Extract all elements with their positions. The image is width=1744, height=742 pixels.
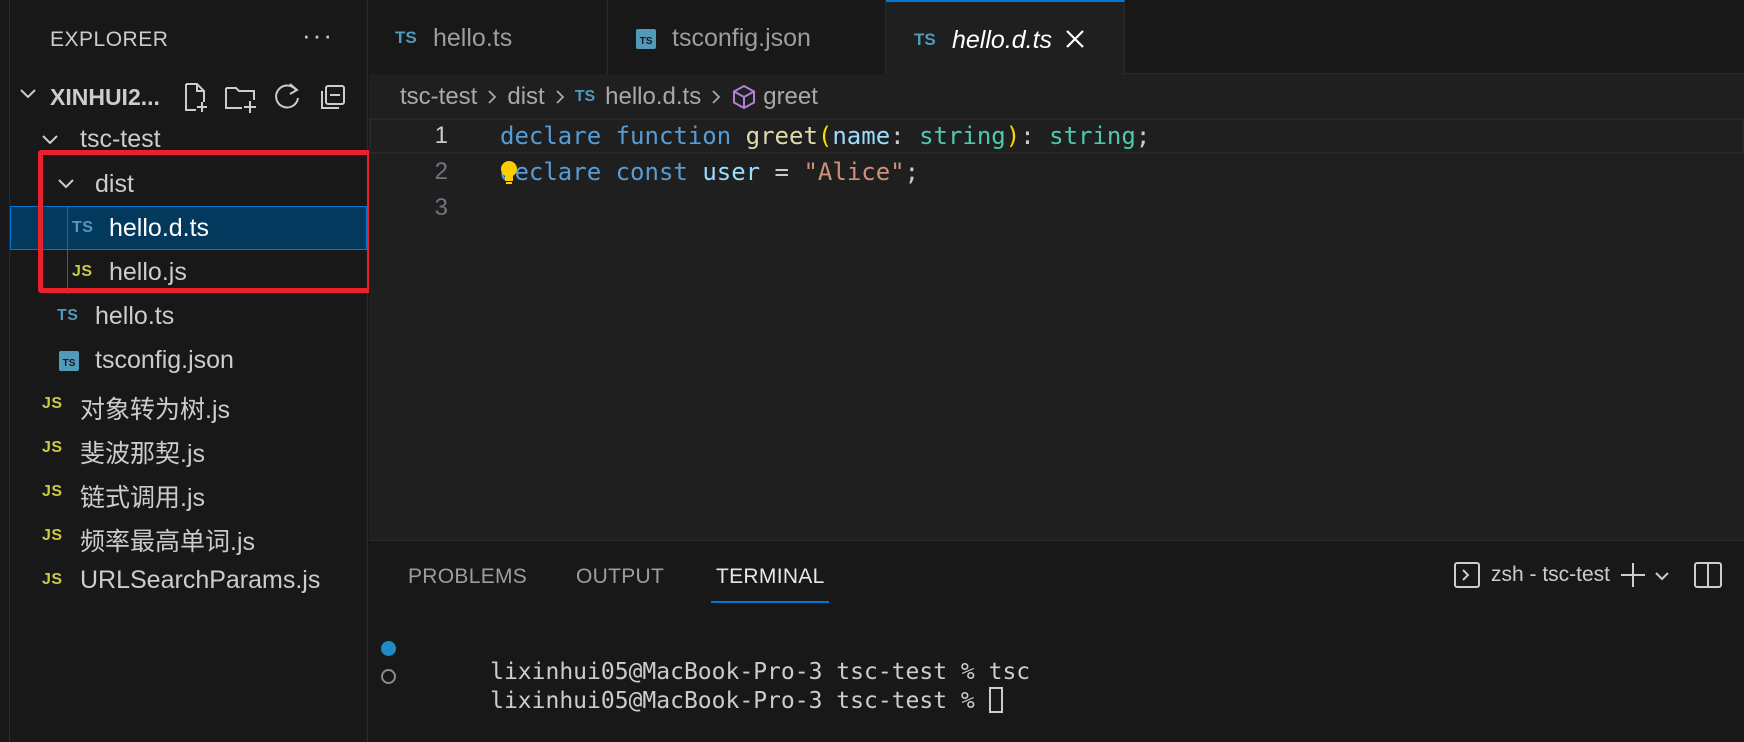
tab-tsconfig-json[interactable]: TS tsconfig.json (608, 0, 886, 74)
line-number: 1 (434, 122, 448, 149)
active-tab-indicator (711, 601, 829, 603)
tree-item-label: 斐波那契.js (80, 440, 206, 468)
chevron-down-icon (20, 89, 36, 99)
tree-item-label: 频率最高单词.js (80, 528, 256, 556)
command-success-icon (381, 641, 396, 656)
code-line: 3 (369, 190, 1744, 226)
terminal-name: zsh - tsc-test (1491, 563, 1611, 586)
tab-hello-d-ts[interactable]: TS hello.d.ts (886, 0, 1125, 75)
tab-label: hello.ts (433, 24, 513, 52)
new-folder-icon[interactable] (224, 80, 258, 114)
terminal-text: lixinhui05@MacBook-Pro-3 tsc-test % (490, 688, 989, 714)
terminal-line: lixinhui05@MacBook-Pro-3 tsc-test % (381, 661, 1030, 714)
tab-label: tsconfig.json (672, 24, 811, 52)
typescript-file-icon: TS (574, 88, 596, 105)
terminal-line: lixinhui05@MacBook-Pro-3 tsc-test % tsc (381, 633, 1030, 685)
tsconfig-file-icon: TS (636, 29, 656, 49)
explorer-header: EXPLORER ··· (10, 0, 367, 78)
javascript-file-icon: JS (42, 395, 63, 412)
javascript-file-icon: JS (42, 571, 63, 588)
editor-area: TS hello.ts TS tsconfig.json TS hello.d.… (369, 0, 1744, 540)
tree-item-label: tsconfig.json (95, 346, 234, 374)
plus-icon[interactable] (1619, 561, 1647, 589)
explorer-sidebar: EXPLORER ··· XINHUI2... tsc-test dist TS… (10, 0, 372, 742)
javascript-file-icon: JS (42, 439, 63, 456)
chevron-down-icon (42, 135, 58, 145)
line-number: 3 (434, 194, 448, 221)
tab-label: hello.d.ts (952, 26, 1053, 54)
code-line: 1 declare function greet(name: string): … (369, 118, 1744, 154)
split-terminal-icon[interactable] (1693, 561, 1723, 589)
close-icon[interactable] (1064, 28, 1086, 50)
file-hello-ts[interactable]: TS hello.ts (10, 294, 367, 338)
svg-text:TS: TS (640, 36, 653, 47)
refresh-icon[interactable] (270, 80, 304, 114)
chevron-right-icon (712, 90, 721, 104)
code-line: 2 declare const user = "Alice"; (369, 154, 1744, 190)
breadcrumb: tsc-test dist TS hello.d.ts greet (400, 80, 818, 114)
tab-problems[interactable]: PROBLEMS (408, 565, 527, 589)
javascript-file-icon: JS (42, 527, 63, 544)
lightbulb-icon[interactable] (498, 160, 520, 186)
collapse-all-icon[interactable] (316, 80, 350, 114)
tab-terminal[interactable]: TERMINAL (716, 565, 825, 589)
code-text: declare function greet(name: string): st… (500, 122, 1151, 150)
file-fibonacci-js[interactable]: JS 斐波那契.js (10, 426, 367, 470)
more-actions-icon[interactable]: ··· (302, 20, 334, 51)
command-pending-icon (381, 669, 396, 684)
breadcrumb-item[interactable]: tsc-test (400, 83, 477, 111)
explorer-title: EXPLORER (50, 28, 169, 51)
chevron-right-icon (488, 90, 497, 104)
bottom-panel: PROBLEMS OUTPUT TERMINAL zsh - tsc-test … (369, 540, 1744, 742)
tree-item-label: 链式调用.js (80, 484, 206, 512)
file-most-frequent-word-js[interactable]: JS 频率最高单词.js (10, 514, 367, 558)
file-chain-call-js[interactable]: JS 链式调用.js (10, 470, 367, 514)
terminal-cursor (988, 687, 1003, 713)
workspace-root-label: XINHUI2... (50, 84, 160, 110)
symbol-method-icon (733, 84, 756, 110)
chevron-right-icon (556, 90, 564, 104)
tsconfig-file-icon: TS (59, 351, 79, 371)
file-tsconfig-json[interactable]: TS tsconfig.json (10, 338, 367, 382)
svg-text:TS: TS (63, 358, 76, 369)
file-urlsearchparams-js[interactable]: JS URLSearchParams.js (10, 558, 367, 602)
annotation-highlight-box (38, 150, 372, 293)
code-editor[interactable]: 1 declare function greet(name: string): … (369, 118, 1744, 226)
tree-item-label: URLSearchParams.js (80, 566, 321, 594)
javascript-file-icon: JS (42, 483, 63, 500)
activity-strip (0, 0, 10, 742)
breadcrumb-item[interactable]: greet (763, 83, 818, 111)
explorer-actions (178, 80, 350, 114)
line-number: 2 (434, 158, 448, 185)
tree-item-label: 对象转为树.js (80, 396, 231, 424)
terminal-output[interactable]: lixinhui05@MacBook-Pro-3 tsc-test % tsc … (381, 633, 1030, 714)
breadcrumb-item[interactable]: dist (507, 83, 544, 111)
typescript-file-icon: TS (914, 30, 936, 49)
workspace-root[interactable]: XINHUI2... (10, 78, 367, 116)
terminal-icon (1454, 562, 1480, 588)
tab-hello-ts[interactable]: TS hello.ts (369, 0, 608, 74)
editor-tabbar: TS hello.ts TS tsconfig.json TS hello.d.… (369, 0, 1744, 75)
chevron-down-icon[interactable] (1653, 567, 1671, 585)
file-object-to-tree-js[interactable]: JS 对象转为树.js (10, 382, 367, 426)
typescript-file-icon: TS (395, 28, 417, 47)
breadcrumb-item[interactable]: hello.d.ts (605, 83, 701, 111)
code-text: declare const user = "Alice"; (500, 158, 920, 186)
new-file-icon[interactable] (178, 80, 212, 114)
tree-item-label: hello.ts (95, 302, 175, 330)
terminal-selector[interactable]: zsh - tsc-test (1453, 561, 1610, 589)
tab-output[interactable]: OUTPUT (576, 565, 664, 589)
typescript-file-icon: TS (57, 307, 79, 324)
